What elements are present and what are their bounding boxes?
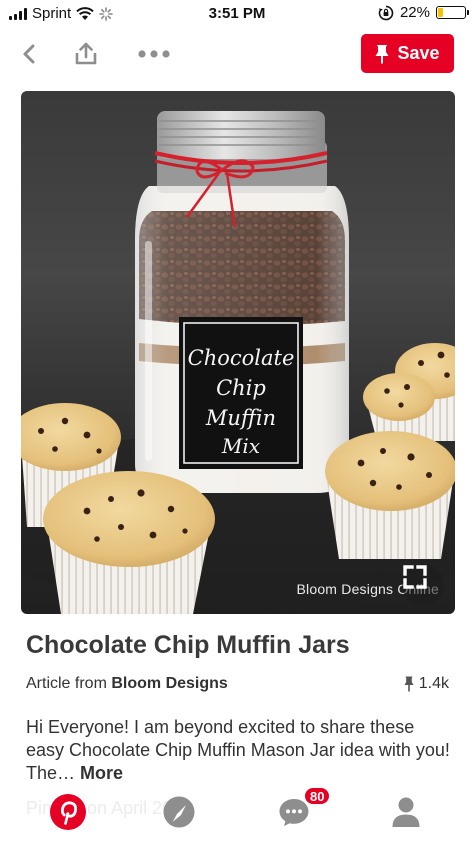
profile-icon[interactable] — [386, 792, 426, 832]
orientation-lock-icon — [378, 5, 394, 20]
jar-label-line-1: Chocolate — [188, 346, 295, 370]
article-source-link[interactable]: Bloom Designs — [111, 675, 227, 692]
pin-count-icon — [404, 676, 414, 692]
jar-label-line-2: Chip — [216, 376, 266, 400]
more-link[interactable]: More — [80, 763, 123, 783]
pin-image[interactable]: Chocolate Chip Muffin Mix Bloom Designs … — [21, 91, 455, 614]
jar-label-line-4: Mix — [221, 434, 260, 458]
article-source-row: Article from Bloom Designs — [26, 675, 228, 693]
share-icon[interactable] — [70, 38, 102, 70]
save-count-value: 1.4k — [418, 675, 449, 692]
battery-percent: 22% — [399, 4, 430, 21]
status-bar: Sprint 3:51 PM 22% — [0, 0, 474, 28]
pin-toolbar: Save — [0, 30, 474, 78]
pin-title: Chocolate Chip Muffin Jars — [26, 631, 350, 659]
battery-icon — [436, 6, 469, 19]
save-button[interactable]: Save — [361, 34, 454, 73]
battery-level — [438, 8, 443, 17]
pin-icon — [375, 44, 389, 63]
status-right: 22% — [378, 4, 469, 21]
back-arrow-icon[interactable] — [14, 38, 46, 70]
more-options-icon[interactable] — [134, 38, 174, 70]
messages-badge: 80 — [303, 786, 332, 806]
pin-description: Hi Everyone! I am beyond excited to shar… — [26, 716, 456, 785]
home-pinterest-icon[interactable] — [48, 792, 88, 832]
jar-label-line-3: Muffin — [205, 406, 276, 430]
save-button-label: Save — [397, 43, 440, 63]
bottom-nav: 80 — [0, 786, 474, 843]
article-prefix: Article from — [26, 675, 107, 692]
expand-image-icon[interactable] — [402, 564, 444, 606]
muffin-jar-photo: Chocolate Chip Muffin Mix — [21, 111, 455, 614]
following-compass-icon[interactable] — [159, 792, 199, 832]
save-count: 1.4k — [404, 675, 449, 693]
